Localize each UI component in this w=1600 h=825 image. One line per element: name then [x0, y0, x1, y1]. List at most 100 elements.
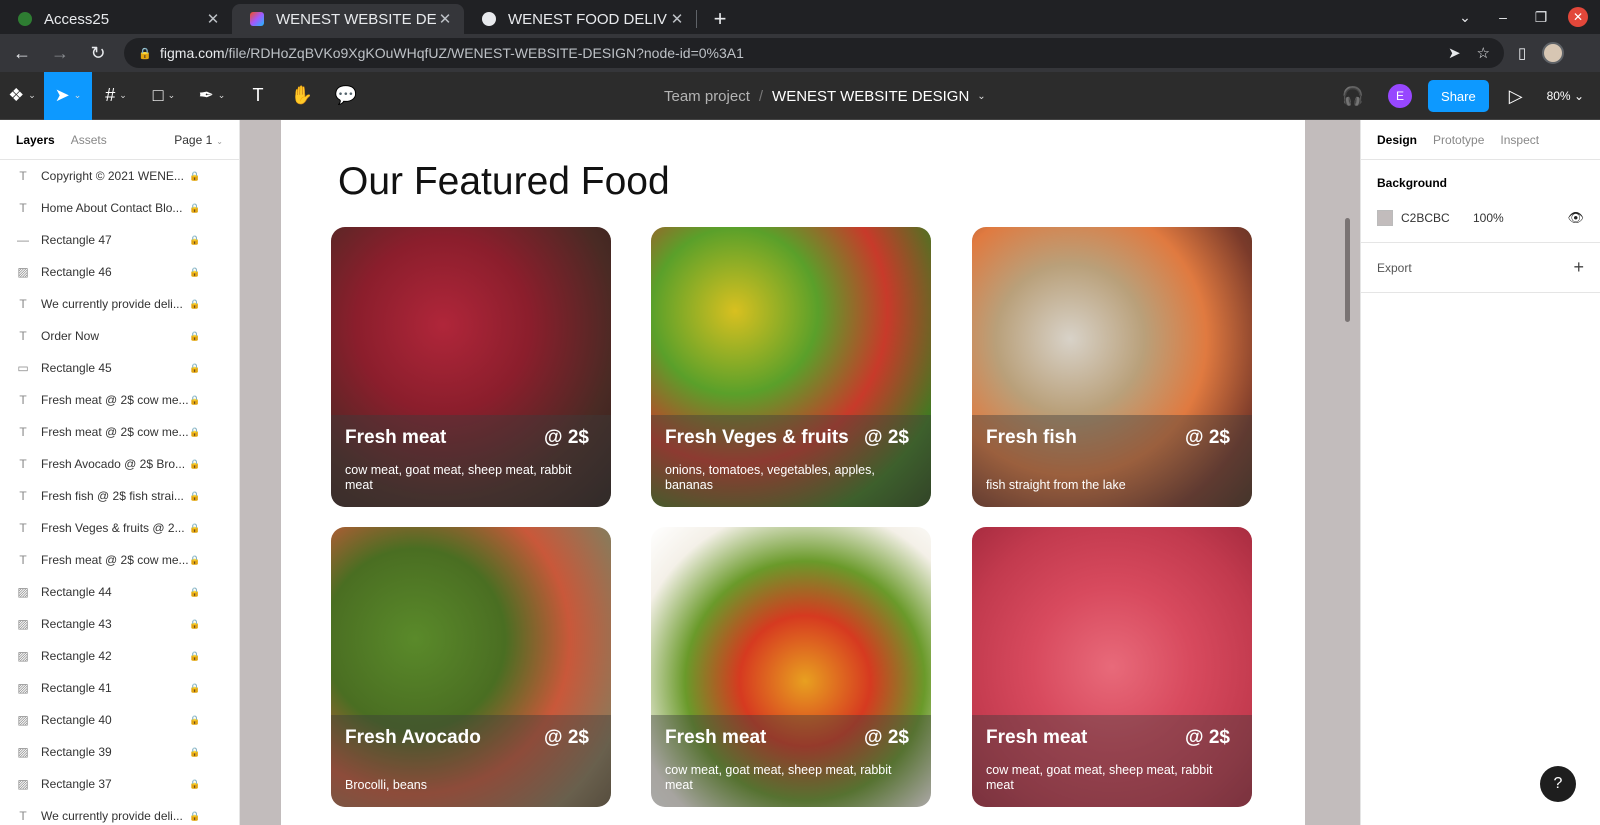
tab-wenest-website-design[interactable]: WENEST WEBSITE DESIGN ✕	[232, 4, 464, 34]
lock-icon[interactable]: 🔒	[189, 811, 201, 822]
shape-tool-icon[interactable]: □ ⌄	[140, 72, 188, 120]
layer-row[interactable]: T Fresh meat @ 2$ cow me... 🔒	[0, 544, 239, 576]
close-icon[interactable]: ✕	[668, 10, 686, 28]
new-tab-icon[interactable]: +	[705, 4, 735, 34]
hand-tool-icon[interactable]: ✋	[280, 72, 324, 120]
avatar[interactable]: E	[1388, 84, 1413, 108]
send-icon[interactable]: ➤	[1448, 44, 1461, 62]
lock-icon[interactable]: 🔒	[189, 555, 201, 566]
present-icon[interactable]: ▷	[1509, 86, 1523, 107]
background-hex-input[interactable]: C2BCBC	[1401, 211, 1473, 225]
lock-icon[interactable]: 🔒	[189, 587, 201, 598]
share-button[interactable]: Share	[1428, 80, 1489, 112]
eye-icon[interactable]: 👁	[1567, 210, 1584, 226]
lock-icon[interactable]: 🔒	[189, 395, 201, 406]
layer-row[interactable]: T Fresh fish @ 2$ fish strai... 🔒	[0, 480, 239, 512]
help-button[interactable]: ?	[1540, 766, 1576, 802]
layer-row[interactable]: T Fresh meat @ 2$ cow me... 🔒	[0, 416, 239, 448]
food-card[interactable]: Fresh fish @ 2$ fish straight from the lak…	[972, 227, 1252, 507]
restore-icon[interactable]: ❐	[1522, 9, 1560, 26]
address-bar[interactable]: 🔒 figma.com /file/RDHoZqBVKo9XgKOuWHqfUZ…	[124, 38, 1504, 68]
tab-design[interactable]: Design	[1377, 133, 1417, 147]
frame-tool-icon[interactable]: # ⌄	[92, 72, 140, 120]
food-card[interactable]: Fresh Veges & fruits @ 2$ onions, tomatoes…	[651, 227, 931, 507]
layer-row[interactable]: ▨ Rectangle 37 🔒	[0, 768, 239, 800]
food-card[interactable]: Fresh meat @ 2$ cow meat, goat meat, sheep…	[331, 227, 611, 507]
reload-icon[interactable]: ↻	[82, 37, 114, 69]
website-frame[interactable]: Our Featured Food Fresh meat @ 2$ cow meat…	[281, 120, 1305, 825]
close-icon[interactable]: ✕	[436, 10, 454, 28]
lock-icon[interactable]: 🔒	[189, 491, 201, 502]
layer-row[interactable]: T Home About Contact Blo... 🔒	[0, 192, 239, 224]
layer-row[interactable]: T We currently provide deli... 🔒	[0, 288, 239, 320]
star-icon[interactable]: ☆	[1477, 44, 1490, 62]
figma-menu-icon[interactable]: ❖ ⌄	[0, 72, 44, 120]
lock-icon[interactable]: 🔒	[189, 747, 201, 758]
layer-row[interactable]: ▨ Rectangle 44 🔒	[0, 576, 239, 608]
lock-icon[interactable]: 🔒	[189, 715, 201, 726]
canvas[interactable]: Our Featured Food Fresh meat @ 2$ cow meat…	[240, 120, 1360, 825]
lock-icon[interactable]: 🔒	[189, 459, 201, 470]
tab-prototype[interactable]: Prototype	[1433, 133, 1484, 147]
food-card[interactable]: Fresh Avocado @ 2$ Brocolli, beans	[331, 527, 611, 807]
layer-row[interactable]: ▨ Rectangle 46 🔒	[0, 256, 239, 288]
color-swatch[interactable]	[1377, 210, 1393, 226]
zoom-dropdown[interactable]: 80% ⌄	[1547, 89, 1584, 103]
lock-icon[interactable]: 🔒	[189, 299, 201, 310]
lock-icon[interactable]: 🔒	[189, 331, 201, 342]
minimize-icon[interactable]: –	[1484, 9, 1522, 25]
back-icon[interactable]: ←	[6, 37, 38, 69]
forward-icon[interactable]: →	[44, 37, 76, 69]
lock-icon[interactable]: 🔒	[189, 363, 201, 374]
comment-tool-icon[interactable]: 💬	[324, 72, 368, 120]
profile-avatar[interactable]	[1542, 42, 1565, 64]
tab-assets[interactable]: Assets	[71, 133, 107, 147]
layer-row[interactable]: T Fresh Veges & fruits @ 2... 🔒	[0, 512, 239, 544]
pen-tool-icon[interactable]: ✒ ⌄	[188, 72, 236, 120]
tab-layers[interactable]: Layers	[16, 133, 55, 147]
lock-icon[interactable]: 🔒	[189, 267, 201, 278]
lock-icon[interactable]: 🔒	[189, 523, 201, 534]
layer-row[interactable]: T Copyright © 2021 WENE... 🔒	[0, 160, 239, 192]
layer-row[interactable]: T Order Now 🔒	[0, 320, 239, 352]
add-export-icon[interactable]: +	[1573, 257, 1584, 278]
layer-row[interactable]: ▨ Rectangle 39 🔒	[0, 736, 239, 768]
lock-icon[interactable]: 🔒	[189, 235, 201, 246]
background-opacity-input[interactable]: 100%	[1473, 211, 1504, 225]
layer-row[interactable]: ▨ Rectangle 40 🔒	[0, 704, 239, 736]
close-icon[interactable]: ✕	[204, 10, 222, 28]
headphones-icon[interactable]: 🎧	[1342, 86, 1364, 107]
lock-icon[interactable]: 🔒	[189, 651, 201, 662]
lock-icon[interactable]: 🔒	[189, 683, 201, 694]
food-card[interactable]: Fresh meat @ 2$ cow meat, goat meat, sheep…	[651, 527, 931, 807]
lock-icon[interactable]: 🔒	[189, 779, 201, 790]
tab-access25[interactable]: Access25 ✕	[0, 4, 232, 34]
layer-row[interactable]: ▨ Rectangle 43 🔒	[0, 608, 239, 640]
layer-row[interactable]: T Fresh meat @ 2$ cow me... 🔒	[0, 384, 239, 416]
food-card[interactable]: Fresh meat @ 2$ cow meat, goat meat, sheep…	[972, 527, 1252, 807]
layer-row[interactable]: T Fresh Avocado @ 2$ Bro... 🔒	[0, 448, 239, 480]
tab-search-icon[interactable]: ⌄	[1446, 9, 1484, 26]
lock-icon[interactable]: 🔒	[189, 171, 201, 182]
text-layer-icon: T	[19, 553, 27, 567]
file-name[interactable]: WENEST WEBSITE DESIGN	[772, 88, 969, 105]
text-layer-icon: T	[19, 809, 27, 823]
move-tool-icon[interactable]: ➤ ⌄	[44, 71, 92, 120]
layer-row[interactable]: ▭ Rectangle 45 🔒	[0, 352, 239, 384]
side-panel-icon[interactable]: ▯	[1518, 44, 1526, 62]
chevron-down-icon[interactable]: ⌄	[977, 91, 985, 102]
layer-row[interactable]: ▨ Rectangle 42 🔒	[0, 640, 239, 672]
text-tool-icon[interactable]: T	[236, 72, 280, 120]
tab-wenest-food-delivery[interactable]: WENEST FOOD DELIVERY ✕	[464, 4, 696, 34]
window-close-icon[interactable]: ✕	[1568, 7, 1588, 27]
tab-inspect[interactable]: Inspect	[1500, 133, 1539, 147]
lock-icon[interactable]: 🔒	[189, 619, 201, 630]
layer-row[interactable]: ▨ Rectangle 41 🔒	[0, 672, 239, 704]
page-selector[interactable]: Page 1 ⌄	[174, 133, 223, 147]
lock-icon[interactable]: 🔒	[189, 203, 201, 214]
layer-row[interactable]: T We currently provide deli... 🔒	[0, 800, 239, 825]
canvas-scrollbar[interactable]	[1345, 218, 1350, 322]
lock-icon[interactable]: 🔒	[189, 427, 201, 438]
layer-row[interactable]: — Rectangle 47 🔒	[0, 224, 239, 256]
breadcrumb-team[interactable]: Team project	[664, 88, 750, 105]
